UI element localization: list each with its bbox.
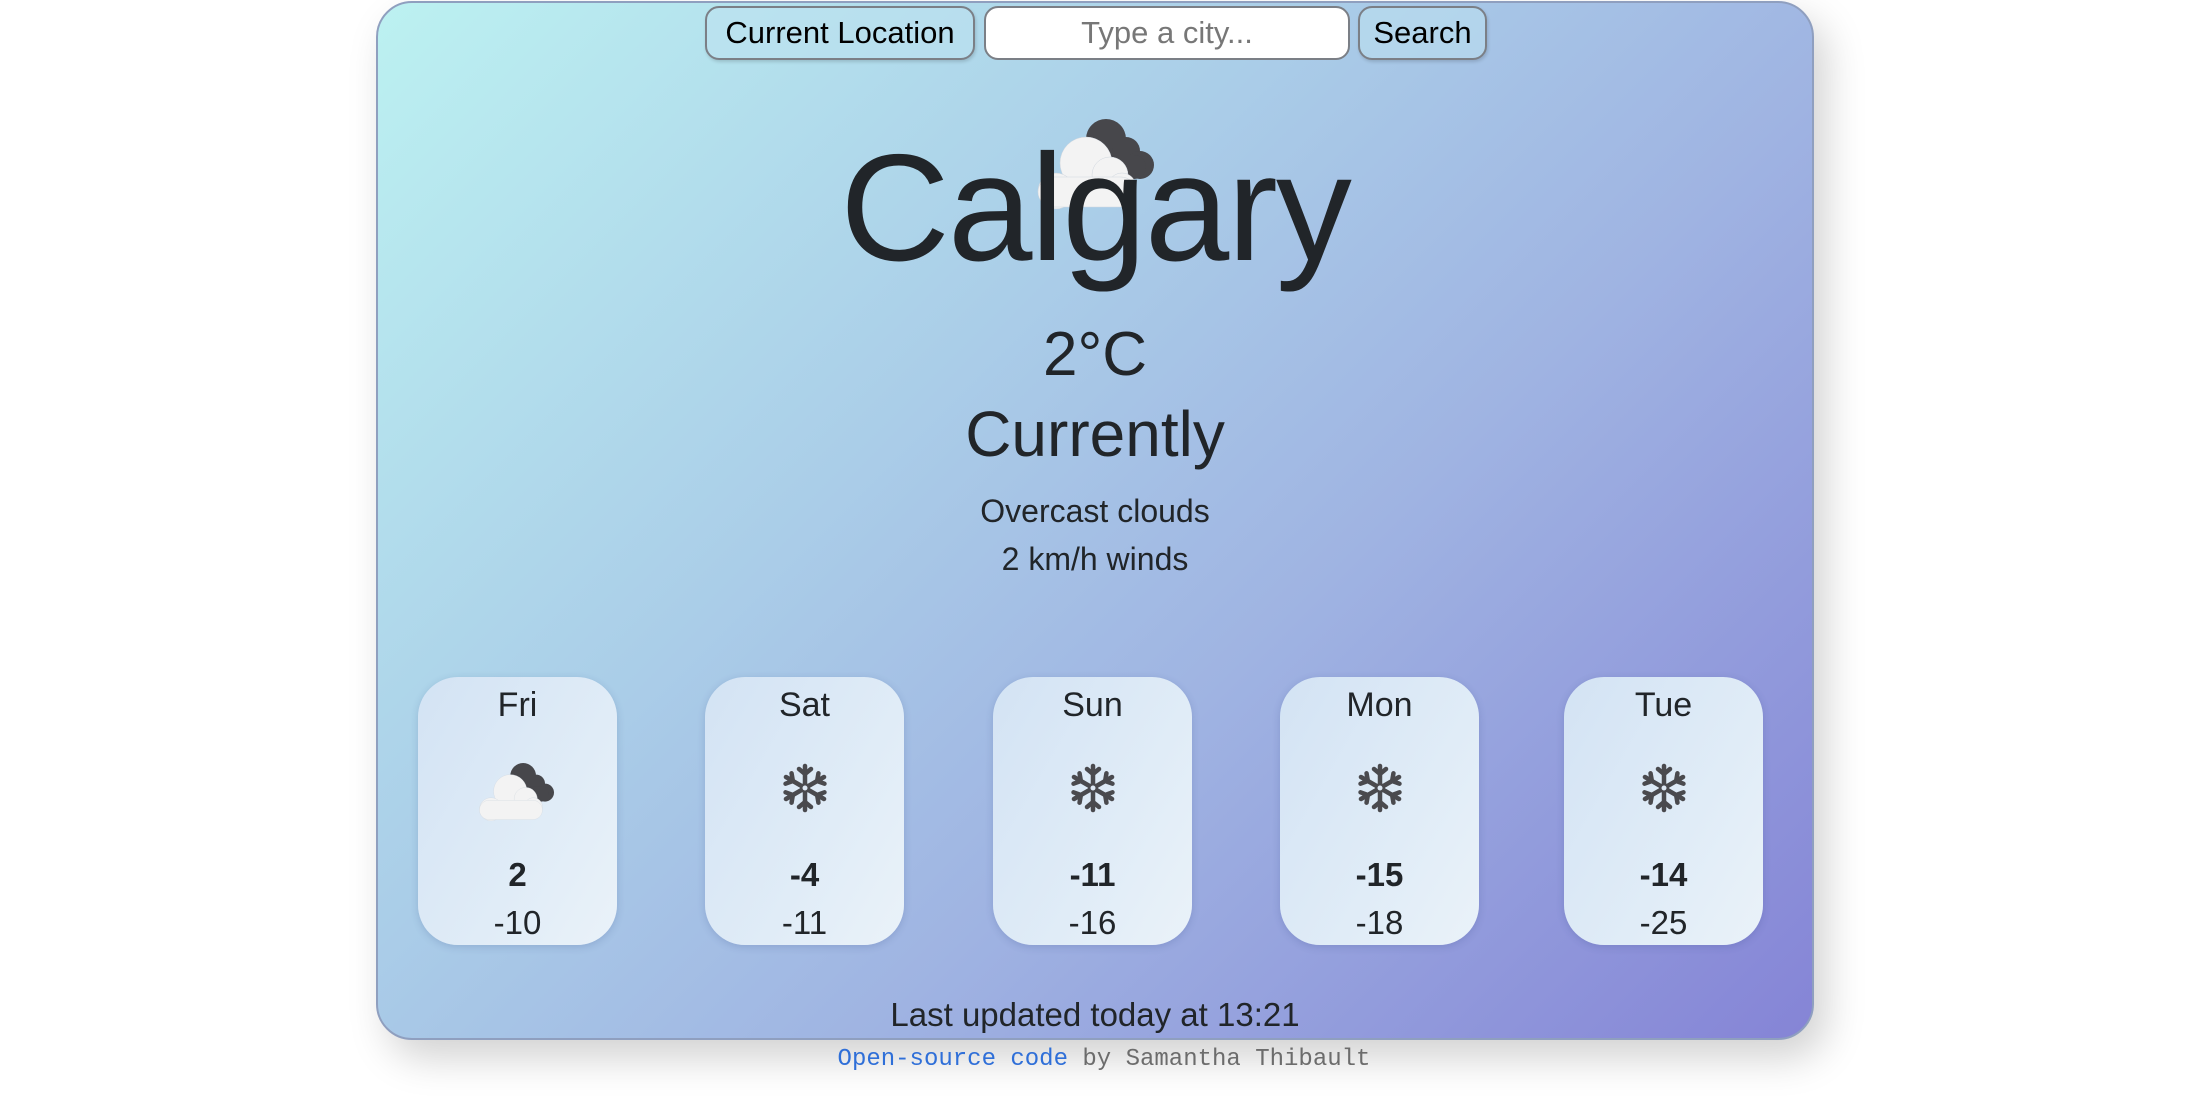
forecast-card-sun: Sun -11 -16 — [993, 677, 1192, 945]
open-source-link[interactable]: Open-source code — [838, 1046, 1068, 1073]
snowflake-icon — [1355, 763, 1405, 813]
forecast-day: Mon — [1346, 686, 1413, 724]
snowflake-icon — [1639, 763, 1689, 813]
weather-app-card: Current Location Search Calgary 2°C Curr… — [376, 1, 1814, 1040]
forecast-high: -4 — [789, 856, 820, 893]
snowflake-icon — [780, 763, 830, 813]
forecast-card-sat: Sat -4 -11 — [705, 677, 904, 945]
snowflake-icon — [1068, 763, 1118, 813]
forecast-low: -18 — [1355, 904, 1404, 941]
city-search-input[interactable] — [984, 6, 1350, 60]
forecast-card-fri: Fri 2 -10 — [418, 677, 617, 945]
forecast-high: -14 — [1639, 856, 1688, 893]
forecast-low: -25 — [1639, 904, 1688, 941]
city-name: Calgary — [840, 123, 1352, 293]
search-button[interactable]: Search — [1358, 6, 1487, 60]
search-bar: Current Location Search — [378, 5, 1812, 61]
forecast-card-mon: Mon -15 -18 — [1280, 677, 1479, 945]
current-temperature: 2°C — [1042, 320, 1148, 389]
forecast-low: -11 — [781, 904, 828, 941]
forecast-high: -11 — [1069, 856, 1116, 893]
overcast-clouds-icon — [473, 757, 563, 823]
forecast-high: -15 — [1355, 856, 1404, 893]
last-updated: Last updated today at 13:21 — [890, 996, 1300, 1033]
forecast-day: Sun — [1062, 686, 1123, 724]
forecast-high: 2 — [508, 856, 527, 893]
footer-credit: by Samantha Thibault — [1067, 1046, 1371, 1073]
forecast-card-tue: Tue -14 -25 — [1564, 677, 1763, 945]
forecast-day: Fri — [497, 686, 538, 724]
current-label: Currently — [965, 398, 1225, 470]
weather-description: Overcast clouds — [980, 493, 1210, 529]
forecast-low: -16 — [1068, 904, 1117, 941]
current-location-button[interactable]: Current Location — [705, 6, 975, 60]
wind-speed: 2 km/h winds — [1001, 541, 1189, 577]
forecast-low: -10 — [493, 904, 542, 941]
forecast-day: Sat — [778, 686, 831, 724]
forecast-day: Tue — [1634, 686, 1693, 724]
footer: Open-source code by Samantha Thibault — [0, 1043, 2194, 1077]
